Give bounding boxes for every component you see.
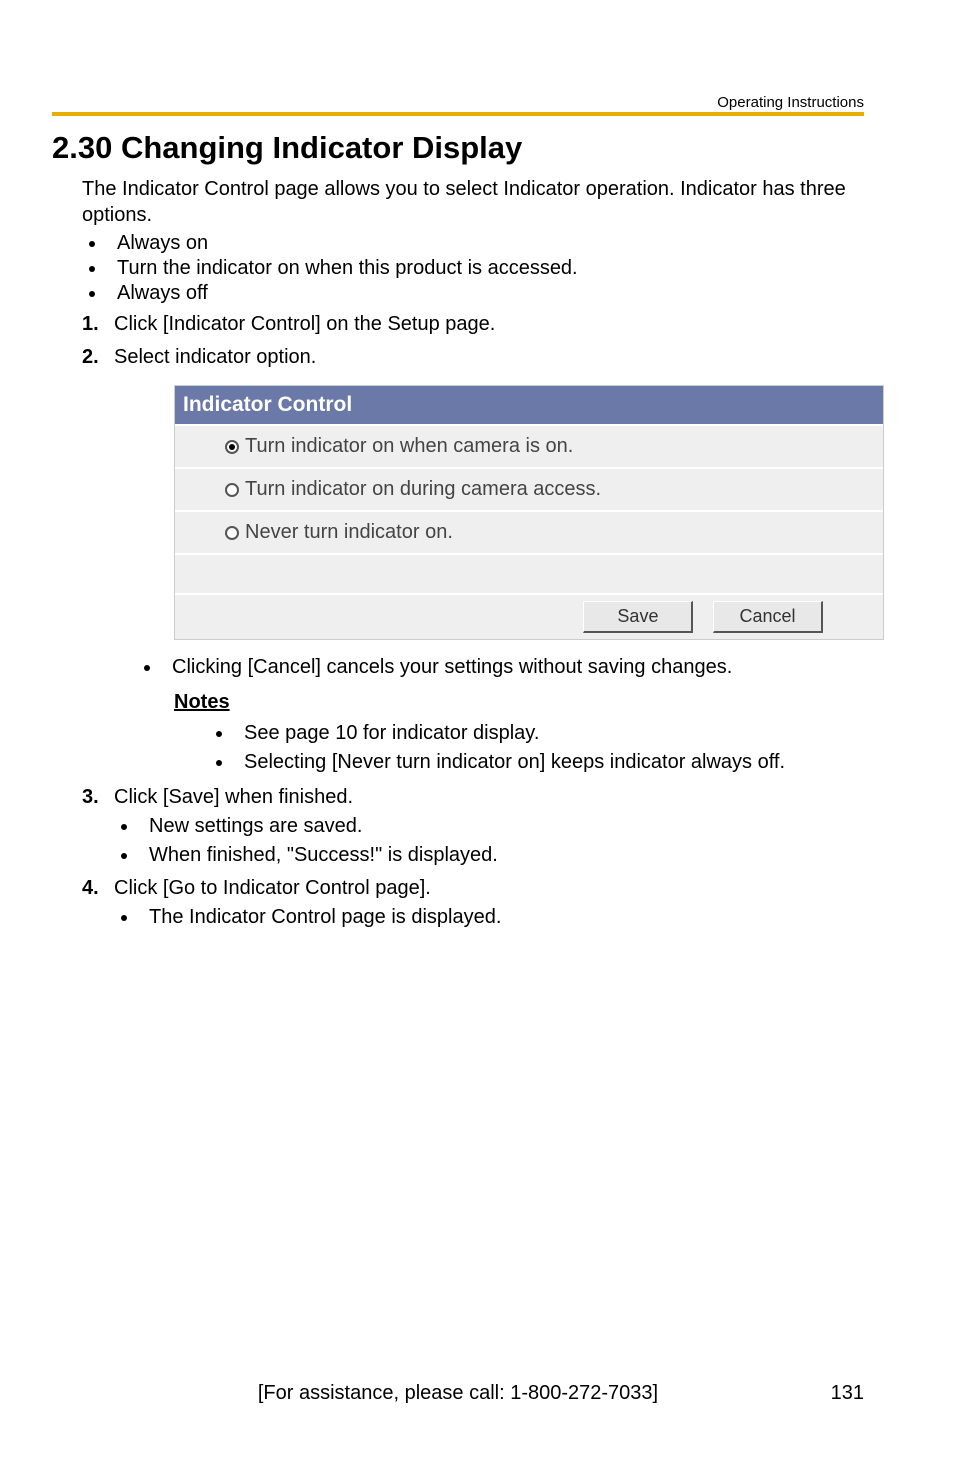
page-footer: [For assistance, please call: 1-800-272-… <box>52 1382 864 1405</box>
step-1: 1. Click [Indicator Control] on the Setu… <box>82 311 864 338</box>
header-rule <box>52 112 864 116</box>
step-3: 3. Click [Save] when finished. New setti… <box>82 784 864 869</box>
notes-list: See page 10 for indicator display. Selec… <box>234 720 864 776</box>
option-item: Turn the indicator on when this product … <box>107 257 864 280</box>
step-number: 4. <box>82 875 99 902</box>
radio-label: Turn indicator on during camera access. <box>245 476 601 503</box>
radio-label: Never turn indicator on. <box>245 519 453 546</box>
option-item: Always on <box>107 232 864 255</box>
step-4: 4. Click [Go to Indicator Control page].… <box>82 875 864 931</box>
step-number: 2. <box>82 344 99 371</box>
option-item: Always off <box>107 282 864 305</box>
radio-option-never-on[interactable]: Never turn indicator on. <box>175 512 883 555</box>
notes-heading: Notes <box>174 689 864 716</box>
radio-icon <box>225 526 239 540</box>
options-list: Always on Turn the indicator on when thi… <box>107 232 864 305</box>
radio-label: Turn indicator on when camera is on. <box>245 433 573 460</box>
assistance-line: [For assistance, please call: 1-800-272-… <box>112 1382 804 1405</box>
panel-title: Indicator Control <box>175 386 883 426</box>
radio-icon <box>225 440 239 454</box>
indicator-control-panel: Indicator Control Turn indicator on when… <box>174 385 884 640</box>
step-number: 1. <box>82 311 99 338</box>
radio-option-on-when-camera-on[interactable]: Turn indicator on when camera is on. <box>175 426 883 469</box>
running-head: Operating Instructions <box>717 94 864 111</box>
note-item: Selecting [Never turn indicator on] keep… <box>234 749 864 776</box>
radio-option-on-during-access[interactable]: Turn indicator on during camera access. <box>175 469 883 512</box>
step-sub-item: When finished, "Success!" is displayed. <box>139 842 864 869</box>
cancel-button[interactable]: Cancel <box>713 601 823 632</box>
step-sub-item: The Indicator Control page is displayed. <box>139 904 864 931</box>
step-number: 3. <box>82 784 99 811</box>
save-button[interactable]: Save <box>583 601 693 632</box>
radio-icon <box>225 483 239 497</box>
step-text: Select indicator option. <box>114 346 316 368</box>
note-item: See page 10 for indicator display. <box>234 720 864 747</box>
page-number: 131 <box>804 1382 864 1405</box>
panel-button-row: Save Cancel <box>175 595 883 638</box>
panel-spacer <box>175 555 883 595</box>
step-text: Click [Save] when finished. <box>114 786 353 808</box>
step-text: Click [Indicator Control] on the Setup p… <box>114 313 495 335</box>
step-2: 2. Select indicator option. Indicator Co… <box>82 344 864 776</box>
step-sub-item: New settings are saved. <box>139 813 864 840</box>
step-text: Click [Go to Indicator Control page]. <box>114 877 431 899</box>
intro-paragraph: The Indicator Control page allows you to… <box>82 176 864 228</box>
cancel-note: Clicking [Cancel] cancels your settings … <box>162 654 864 681</box>
page-title: 2.30 Changing Indicator Display <box>52 130 864 166</box>
